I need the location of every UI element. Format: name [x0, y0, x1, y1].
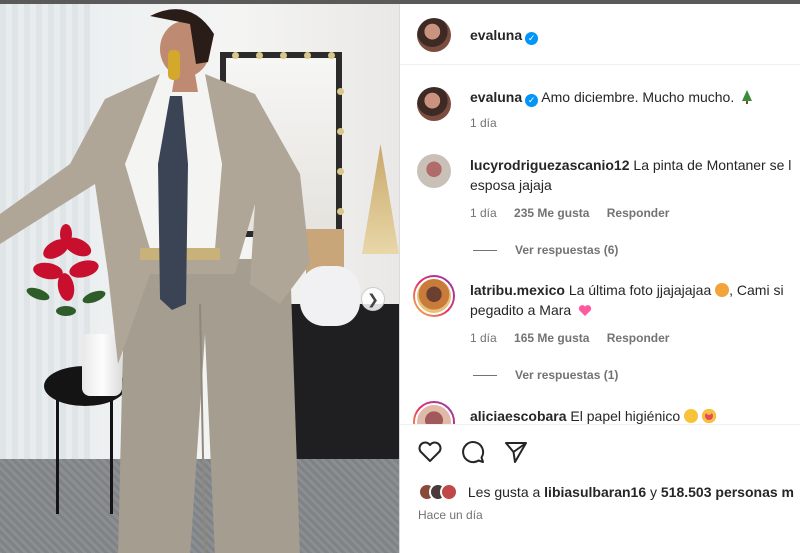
comment-body-line2-row: pegadito a Mara [470, 301, 592, 320]
comment-time: 1 día [470, 331, 497, 345]
header-username-row[interactable]: evaluna ✓ [470, 27, 539, 45]
commenter-avatar[interactable] [413, 275, 455, 317]
comment-body-line1: La última foto jjajajajaa [568, 282, 712, 298]
liker-avatar [440, 483, 458, 501]
likes-summary[interactable]: Les gusta a libiasulbaran16 y 518.503 pe… [418, 483, 794, 501]
caption-text: Amo diciembre. Mucho mucho. [541, 89, 735, 105]
comment-body-line1: La pinta de Montaner se l [633, 157, 792, 173]
comment-item: aliciaescobara El papel higiénico [400, 400, 800, 424]
comment-body-line2: esposa jajaja [470, 177, 552, 193]
comment-body-line1: El papel higiénico [570, 408, 681, 424]
commenter-avatar[interactable] [413, 401, 455, 424]
verified-badge-icon: ✓ [525, 94, 539, 107]
replies-divider [473, 250, 497, 252]
comment-text: latribu.mexico La última foto jjajajajaa… [470, 281, 784, 300]
comment-body-line1-suffix: , Cami si [729, 282, 784, 298]
christmas-tree-icon [742, 90, 753, 104]
view-replies-label: Ver respuestas (1) [515, 368, 619, 382]
caption-username[interactable]: evaluna [470, 89, 522, 105]
comment-time: 1 día [470, 206, 497, 220]
header-username[interactable]: evaluna [470, 27, 522, 43]
likes-prefix: Les gusta a [467, 484, 541, 500]
caption-text-row: evaluna ✓ Amo diciembre. Mucho mucho. [470, 88, 753, 107]
blushing-face-icon [715, 283, 730, 297]
decor-tree [362, 144, 399, 254]
likes-count[interactable]: 518.503 personas m [661, 484, 794, 500]
post-actions: Les gusta a libiasulbaran16 y 518.503 pe… [400, 424, 800, 553]
heart-icon[interactable] [417, 439, 443, 465]
comment-item: lucyrodriguezascanio12 La pinta de Monta… [400, 149, 800, 259]
view-replies-button[interactable]: Ver respuestas (1) [473, 368, 618, 382]
share-icon[interactable] [503, 439, 529, 465]
comment-username[interactable]: latribu.mexico [470, 282, 565, 298]
post-photo[interactable]: ❯ [0, 4, 399, 553]
comment-username[interactable]: aliciaescobara [470, 408, 567, 424]
verified-badge-icon: ✓ [525, 32, 539, 45]
liker-username[interactable]: libiasulbaran16 [544, 484, 646, 500]
crying-laughing-face-icon [684, 409, 699, 423]
likes-connector: y [650, 484, 657, 500]
carousel-next-button[interactable]: ❯ [361, 287, 385, 311]
woman-in-suit [0, 9, 310, 553]
pink-heart-icon [578, 305, 592, 316]
comment-meta: 1 día 235 Me gusta Responder [470, 206, 683, 220]
post-details-panel: evaluna ✓ evaluna ✓ Amo diciembre. Mucho m… [399, 4, 800, 553]
comment-item: latribu.mexico La última foto jjajajajaa… [400, 274, 800, 384]
caption-avatar[interactable] [417, 87, 451, 121]
view-replies-button[interactable]: Ver respuestas (6) [473, 243, 618, 257]
post-header: evaluna ✓ [400, 4, 800, 65]
header-avatar[interactable] [417, 18, 451, 52]
post-time: Hace un día [418, 508, 483, 522]
comment-likes[interactable]: 165 Me gusta [514, 331, 589, 345]
reply-button[interactable]: Responder [607, 331, 670, 345]
view-replies-label: Ver respuestas (6) [515, 243, 619, 257]
commenter-avatar[interactable] [417, 154, 451, 188]
comment-username[interactable]: lucyrodriguezascanio12 [470, 157, 630, 173]
caption-time: 1 día [470, 116, 497, 130]
reply-button[interactable]: Responder [607, 206, 670, 220]
comment-text: lucyrodriguezascanio12 La pinta de Monta… [470, 156, 791, 175]
caption: evaluna ✓ Amo diciembre. Mucho mucho. 1 d… [400, 79, 800, 139]
comment-icon[interactable] [460, 439, 486, 465]
comment-likes[interactable]: 235 Me gusta [514, 206, 589, 220]
replies-divider [473, 375, 497, 377]
comment-body-line2: pegadito a Mara [470, 302, 572, 318]
comment-meta: 1 día 165 Me gusta Responder [470, 331, 683, 345]
heart-eyes-face-icon [701, 409, 716, 423]
comment-text: aliciaescobara El papel higiénico [470, 407, 716, 424]
